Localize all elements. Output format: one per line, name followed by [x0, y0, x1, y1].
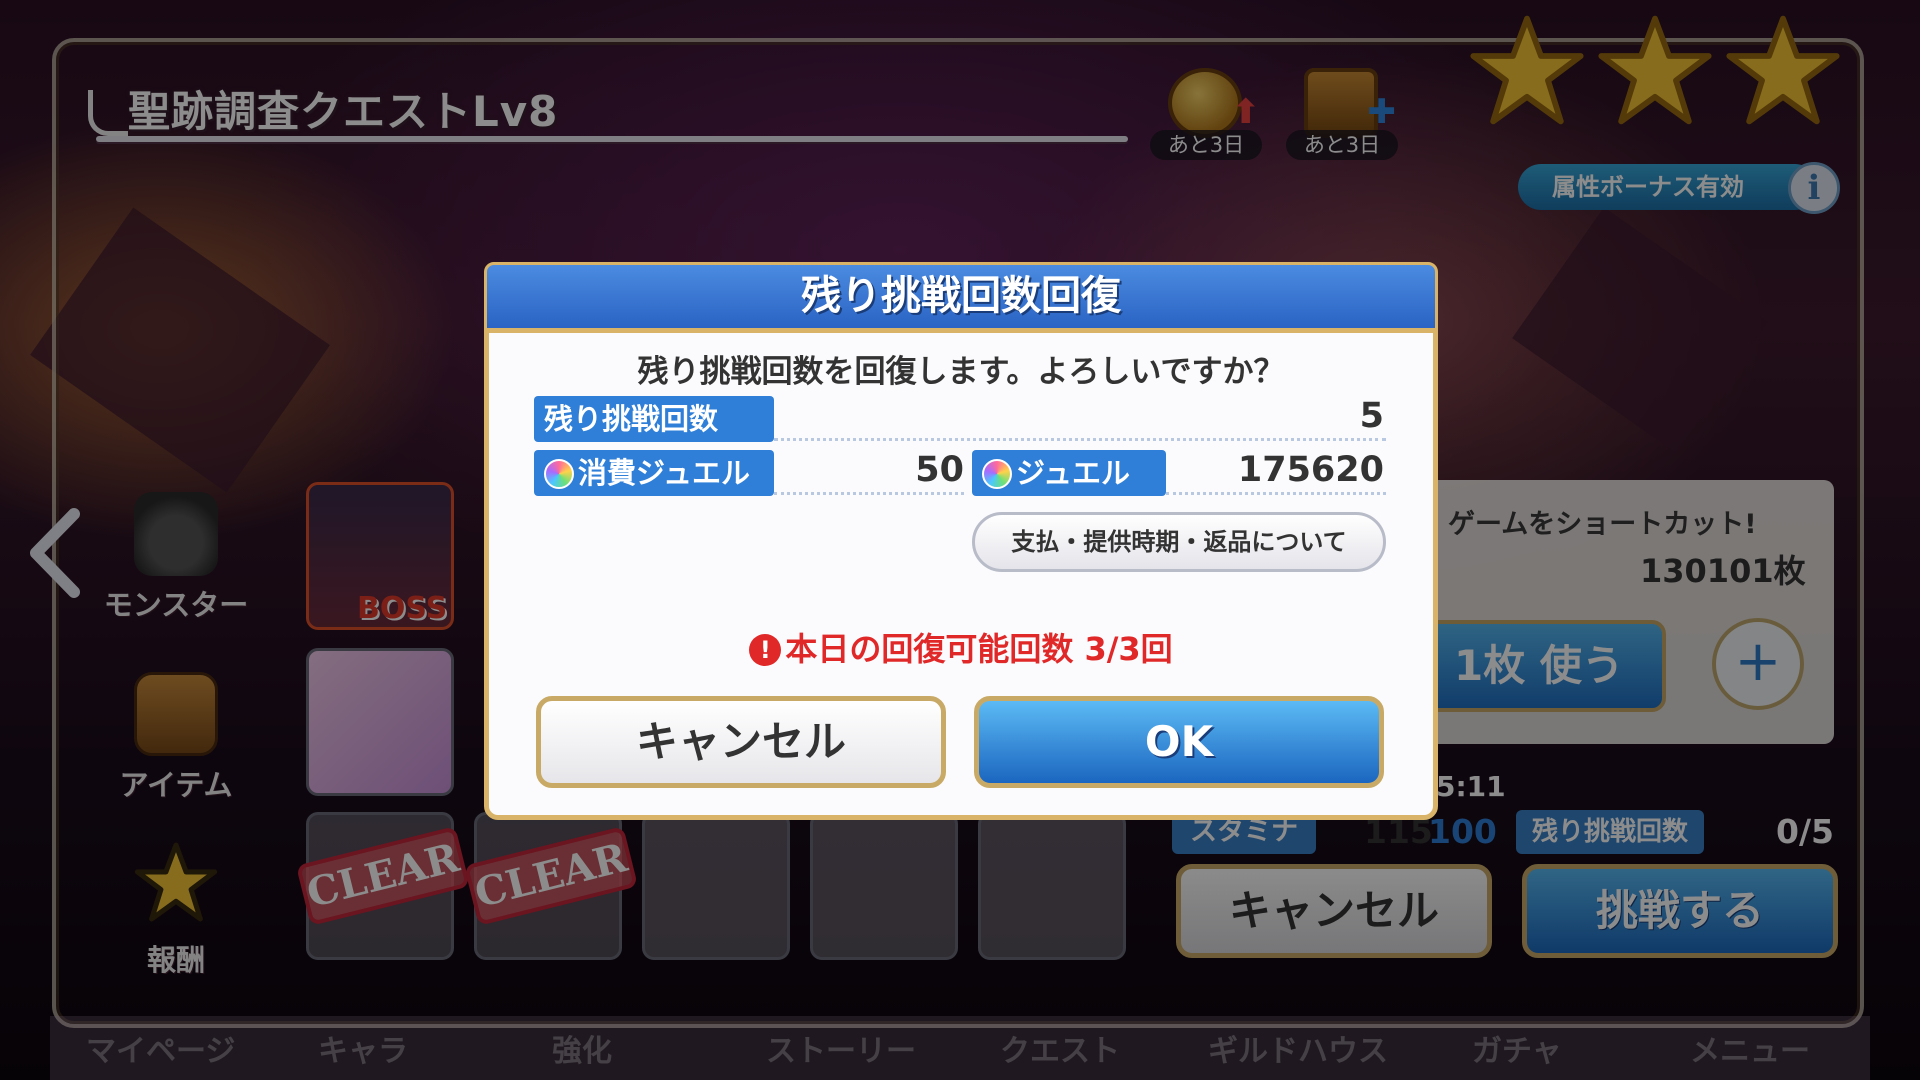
jewel-icon [544, 459, 574, 489]
recovery-limit-warning: ! 本日の回復可能回数 3/3回 [484, 624, 1438, 670]
cost-value: 50 [915, 450, 964, 490]
dialog-ok-button[interactable]: OK [974, 696, 1384, 788]
row-divider [774, 438, 1386, 441]
row-divider [774, 492, 964, 495]
jewel-value: 175620 [1237, 450, 1384, 490]
warning-text: 本日の回復可能回数 3/3回 [785, 630, 1173, 668]
jewel-label-box: ジュエル [972, 450, 1166, 496]
remaining-value: 5 [1359, 396, 1384, 436]
jewel-icon [982, 459, 1012, 489]
cost-label: 消費ジュエル [578, 456, 750, 490]
game-screen: 聖跡調査クエストLv8 ⬆ あと3日 ✚ あと3日 属性ボーナス有効 i モンス… [0, 0, 1920, 1080]
dialog-title: 残り挑戦回数回復 [484, 262, 1438, 332]
dialog-cancel-button[interactable]: キャンセル [536, 696, 946, 788]
recover-challenges-dialog: 残り挑戦回数回復 残り挑戦回数を回復します。よろしいですか？ 残り挑戦回数 5 … [484, 262, 1438, 820]
jewel-label: ジュエル [1016, 456, 1130, 490]
dialog-message: 残り挑戦回数を回復します。よろしいですか？ [637, 354, 1285, 390]
payment-terms-button[interactable]: 支払・提供時期・返品について [972, 512, 1386, 572]
exclamation-icon: ! [749, 634, 782, 666]
row-divider [1166, 492, 1386, 495]
cost-label-box: 消費ジュエル [534, 450, 774, 496]
remaining-label: 残り挑戦回数 [534, 396, 774, 442]
